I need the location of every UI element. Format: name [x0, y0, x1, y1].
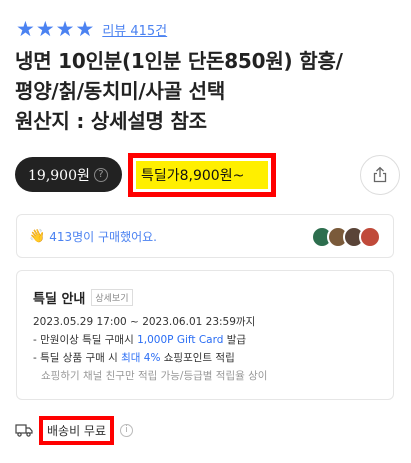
truck-icon [15, 424, 33, 437]
deal-price-highlight: 특딜가8,900원~ [128, 153, 276, 197]
star-rating: ★ ★ ★ ★ [16, 18, 94, 40]
deal-benefit-line: - 만원이상 특딜 구매시 1,000P Gift Card 발급 [33, 333, 377, 348]
help-icon[interactable]: ? [93, 167, 108, 182]
benefit-text: - 특딜 상품 구매 시 [33, 352, 122, 364]
rating-row: ★ ★ ★ ★ 리뷰 415건 [16, 18, 167, 40]
share-icon [373, 166, 387, 183]
product-title-line: 원산지 : 상세설명 참조 [15, 109, 207, 133]
buyer-avatars [311, 226, 381, 248]
info-icon[interactable]: i [120, 423, 134, 437]
star-icon: ★ [35, 17, 55, 41]
share-button[interactable] [360, 155, 400, 195]
product-title-line: 평양/칡/동치미/사골 선택 [15, 79, 226, 103]
star-icon: ★ [55, 17, 75, 41]
product-title-line: 냉면 10인분(1인분 단돈850원) 함흥/ [15, 49, 343, 73]
benefit-text: 쇼핑포인트 적립 [160, 352, 235, 364]
avatar [359, 226, 381, 248]
delivery-fee-label: 배송비 무료 [39, 415, 115, 445]
waving-hand-icon: 👋 [29, 228, 46, 244]
benefit-text: - 만원이상 특딜 구매시 [33, 334, 138, 346]
buyers-count-text: 413명이 구매했어요. [49, 229, 158, 244]
buyers-card[interactable]: 👋 413명이 구매했어요. [16, 214, 394, 258]
deal-info-header: 특딜 안내 상세보기 [33, 288, 377, 307]
deal-benefit-line: - 특딜 상품 구매 시 최대 4% 쇼핑포인트 적립 [33, 351, 377, 366]
regular-price: 19,900원 [28, 167, 90, 184]
deal-info-card: 특딜 안내 상세보기 2023.05.29 17:00 ~ 2023.06.01… [16, 270, 394, 400]
detail-button[interactable]: 상세보기 [91, 289, 133, 306]
deal-note: 쇼핑하기 채널 친구만 적립 가능/등급별 적립율 상이 [41, 370, 268, 382]
delivery-row: 배송비 무료 i [15, 415, 134, 445]
product-title: 냉면 10인분(1인분 단돈850원) 함흥/ 평양/칡/동치미/사골 선택 원… [15, 46, 405, 136]
star-icon: ★ [75, 17, 95, 41]
benefit-text: 발급 [223, 334, 247, 346]
deal-price: 특딜가8,900원~ [136, 161, 268, 189]
review-count-link[interactable]: 리뷰 415건 [102, 20, 167, 39]
price-row: 19,900원 ? 특딜가8,900원~ [15, 153, 400, 197]
benefit-highlight: 1,000P Gift Card [137, 334, 224, 346]
star-icon: ★ [16, 17, 35, 41]
regular-price-pill[interactable]: 19,900원 ? [15, 157, 122, 192]
deal-period: 2023.05.29 17:00 ~ 2023.06.01 23:59까지 [33, 316, 256, 328]
benefit-highlight: 최대 4% [121, 352, 161, 364]
deal-info-title: 특딜 안내 [33, 292, 86, 307]
